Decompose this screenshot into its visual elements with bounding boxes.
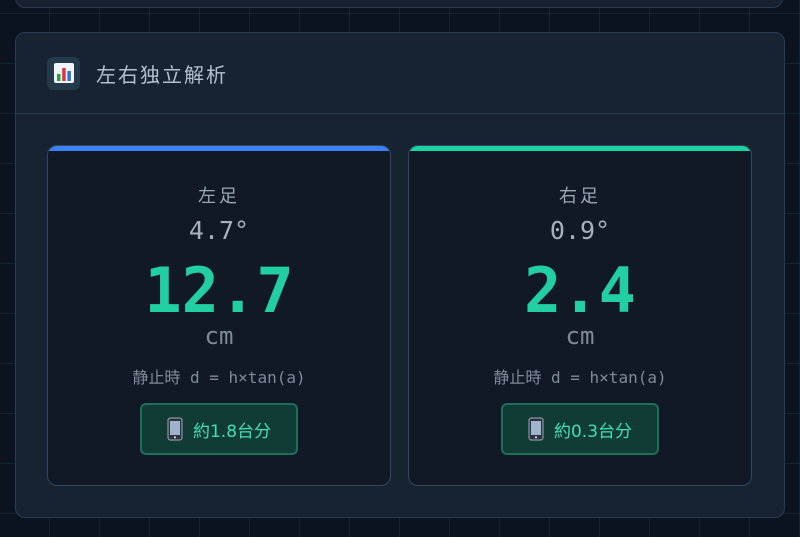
badge-text: 約1.8台分 [192,421,272,442]
angle-value: 4.7° [188,216,250,245]
right-foot-card: 右足 0.9° 2.4 cm 静止時 d = h×tan(a) 約0.3台分 [408,145,752,486]
smartphone-icon [528,417,544,441]
side-label: 左足 [198,186,240,207]
comparison-badge: 約1.8台分 [140,403,298,455]
left-accent-bar [48,146,390,151]
bar-chart-icon [47,56,80,90]
panel-header: 左右独立解析 [16,33,784,114]
previous-card [15,0,783,8]
badge-text: 約0.3台分 [553,421,633,442]
lr-analysis-panel: 左右独立解析 左足 4.7° 12.7 cm 静止時 d = h×tan(a) … [15,32,785,518]
comparison-badge: 約0.3台分 [501,403,659,455]
angle-value: 0.9° [549,216,611,245]
smartphone-icon [167,417,183,441]
distance-unit: cm [204,322,234,350]
side-label: 右足 [559,186,601,207]
distance-value: 2.4 [524,254,636,327]
left-foot-card: 左足 4.7° 12.7 cm 静止時 d = h×tan(a) 約1.8台分 [47,145,391,486]
distance-value: 12.7 [144,254,294,327]
formula-text: 静止時 d = h×tan(a) [493,368,667,387]
panel-title: 左右独立解析 [96,62,228,87]
distance-unit: cm [565,322,595,350]
right-accent-bar [409,146,751,151]
formula-text: 静止時 d = h×tan(a) [132,368,306,387]
